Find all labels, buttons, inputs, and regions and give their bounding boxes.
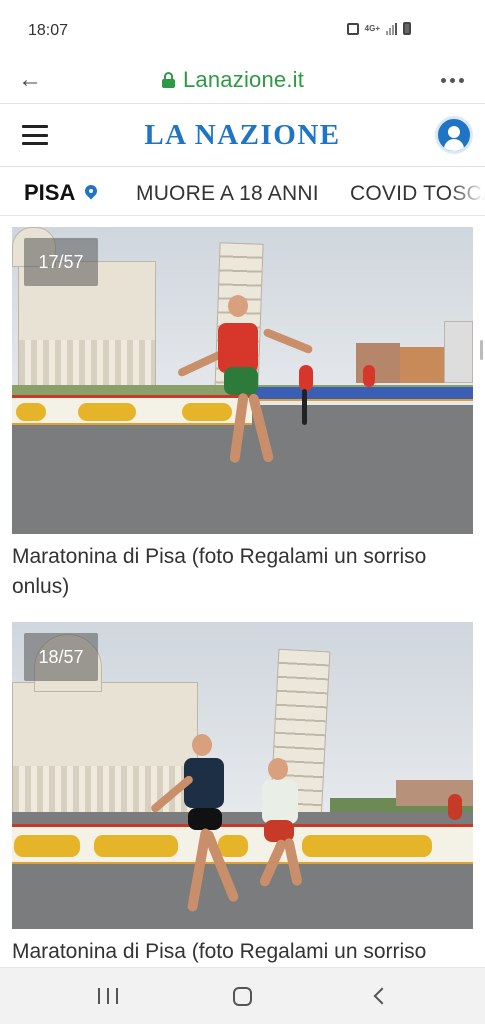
url-bar[interactable]: Lanazione.it xyxy=(162,66,304,94)
system-navigation-bar xyxy=(0,967,485,1024)
back-button[interactable]: ← xyxy=(16,66,44,94)
photo-counter-badge: 18/57 xyxy=(24,633,98,681)
status-bar: 18:07 4G+ xyxy=(0,0,485,58)
network-4g-icon: 4G+ xyxy=(364,23,380,33)
status-icons: 4G+ xyxy=(346,22,411,35)
photo-caption: Maratonina di Pisa (foto Regalami un sor… xyxy=(12,940,427,963)
more-dots-icon xyxy=(440,77,446,83)
more-options-button[interactable] xyxy=(437,66,467,94)
account-button[interactable] xyxy=(435,116,473,154)
browser-toolbar: ← Lanazione.it xyxy=(0,58,485,104)
tab-pisa-label: PISA xyxy=(24,180,76,205)
tab-muore-a-18-anni[interactable]: MUORE A 18 ANNI xyxy=(136,182,319,206)
recents-icon[interactable] xyxy=(98,988,118,1004)
tab-pisa[interactable]: PISA xyxy=(24,180,97,206)
arrow-left-icon: ← xyxy=(18,66,42,93)
url-text: Lanazione.it xyxy=(183,67,305,92)
site-header: LA NAZIONE xyxy=(0,105,485,167)
user-icon xyxy=(448,126,460,138)
gallery-item: 17/57 Maratonina di Pisa (foto Regalami … xyxy=(12,227,473,602)
lock-icon xyxy=(162,72,175,88)
back-icon[interactable] xyxy=(372,987,388,1005)
signal-icon xyxy=(386,22,397,35)
photo-caption: Maratonina di Pisa (foto Regalami un sor… xyxy=(12,545,427,598)
section-nav: PISA MUORE A 18 ANNI COVID TOSCA xyxy=(0,168,485,216)
gallery-photo[interactable]: 18/57 xyxy=(12,622,473,929)
gallery-item: 18/57 Maratonina di Pisa (foto Regalami … xyxy=(12,622,473,967)
battery-icon xyxy=(403,22,411,35)
gallery-photo[interactable]: 17/57 xyxy=(12,227,473,534)
location-pin-icon xyxy=(85,185,97,201)
home-icon[interactable] xyxy=(233,987,252,1006)
site-logo[interactable]: LA NAZIONE xyxy=(144,119,340,151)
lock-icon xyxy=(346,22,359,35)
hamburger-menu-button[interactable] xyxy=(22,125,48,145)
status-time: 18:07 xyxy=(28,22,69,39)
scrollbar[interactable] xyxy=(480,340,483,360)
photo-counter-badge: 17/57 xyxy=(24,238,98,286)
